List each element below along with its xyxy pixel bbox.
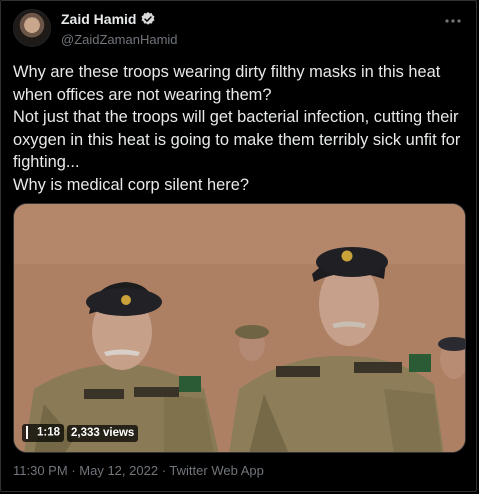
duration-text: 1:18 (37, 427, 61, 439)
more-options-icon[interactable] (442, 11, 464, 31)
avatar[interactable] (13, 9, 51, 47)
verified-badge-icon (142, 12, 155, 25)
tweet-time[interactable]: 11:30 PM (13, 463, 68, 478)
tweet-meta: 11:30 PM · May 12, 2022 · Twitter Web Ap… (13, 463, 264, 478)
tweet-text: Why are these troops wearing dirty filth… (13, 63, 461, 194)
tweet-source[interactable]: Twitter Web App (169, 463, 263, 478)
video-frame (14, 204, 465, 452)
tweet-header: Zaid Hamid @ZaidZamanHamid (13, 9, 464, 49)
author-display-name[interactable]: Zaid Hamid (61, 11, 156, 27)
author-names: Zaid Hamid @ZaidZamanHamid (61, 11, 178, 47)
meta-separator-2: · (161, 463, 167, 478)
video-views: 2,333 views (67, 424, 139, 442)
video-duration: 1:18 (22, 424, 65, 442)
meta-separator: · (71, 463, 76, 478)
display-name-text[interactable]: Zaid Hamid (61, 11, 136, 27)
tweet-video[interactable]: 1:18 2,333 views (13, 203, 466, 453)
tweet-date[interactable]: May 12, 2022 (79, 463, 158, 478)
mute-icon (26, 426, 34, 440)
tweet-card[interactable]: Zaid Hamid @ZaidZamanHamid Why are these… (0, 0, 477, 492)
video-info: 1:18 2,333 views (22, 424, 139, 442)
author-handle[interactable]: @ZaidZamanHamid (61, 32, 178, 47)
